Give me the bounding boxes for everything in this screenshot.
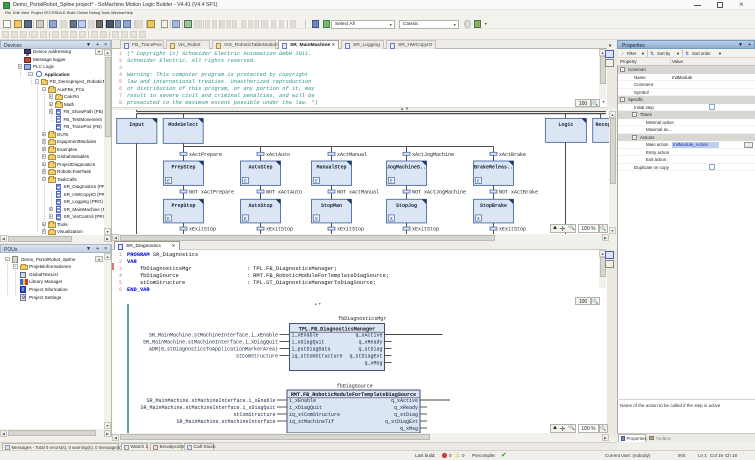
svg-text:xExitStop: xExitStop <box>266 227 293 233</box>
svg-text:PrepStop: PrepStop <box>171 203 195 209</box>
svg-text:BrakeReleas..: BrakeReleas.. <box>474 165 513 171</box>
svg-text:AutoStop: AutoStop <box>248 203 272 209</box>
svg-text:NOT xActAuto: NOT xActAuto <box>266 190 302 196</box>
svg-text:ModeSelect: ModeSelect <box>168 122 198 128</box>
svg-text:JogMachineS..: JogMachineS.. <box>387 165 426 171</box>
svg-text:i_xEnable: i_xEnable <box>292 333 319 339</box>
svg-text:q_stDiagExt: q_stDiagExt <box>349 354 382 360</box>
svg-text:xExitStop: xExitStop <box>412 227 439 233</box>
svg-text:stComStructure: stComStructure <box>236 354 278 360</box>
svg-text:i_xDiagQuit: i_xDiagQuit <box>292 340 325 346</box>
svg-text:q_xReady: q_xReady <box>394 405 418 411</box>
svg-text:q_xMsg: q_xMsg <box>364 361 382 367</box>
svg-text:q_xReady: q_xReady <box>358 340 382 346</box>
svg-text:RMT.FB_RoboticModuleForTemplat: RMT.FB_RoboticModuleForTemplateDiagSourc… <box>291 392 416 398</box>
svg-text:xActBrake: xActBrake <box>499 152 526 158</box>
svg-text:iq_stMachineTif: iq_stMachineTif <box>289 419 334 425</box>
svg-text:NOT xActManual: NOT xActManual <box>337 190 379 196</box>
svg-text:fbDiagSource: fbDiagSource <box>337 384 373 390</box>
svg-text:iq_stComStructure: iq_stComStructure <box>292 354 343 360</box>
svg-text:xActPrepare: xActPrepare <box>189 152 222 158</box>
svg-text:SR_MainMachine.stMachineInterf: SR_MainMachine.stMachineInterface.i_xEna… <box>146 398 275 404</box>
svg-text:StopBrake: StopBrake <box>480 203 507 209</box>
svg-text:ADR(G_stDiagnosticsToApplicati: ADR(G_stDiagnosticsToApplicationMarkerAr… <box>149 347 278 353</box>
svg-text:q_stDiag: q_stDiag <box>394 412 418 418</box>
svg-text:xActManual: xActManual <box>337 152 367 158</box>
svg-text:NOT xActJogMachine: NOT xActJogMachine <box>412 190 466 196</box>
svg-text:PrepStep: PrepStep <box>171 165 195 171</box>
svg-text:q_xActive: q_xActive <box>391 398 418 404</box>
svg-text:q_stDiagExt: q_stDiagExt <box>385 419 418 425</box>
svg-text:StopJog: StopJog <box>396 203 417 209</box>
svg-text:xExitStop: xExitStop <box>499 227 526 233</box>
svg-text:AutoStep: AutoStep <box>248 165 272 171</box>
svg-text:xActJogMachine: xActJogMachine <box>412 152 454 158</box>
svg-text:xExitStop: xExitStop <box>189 227 216 233</box>
svg-text:NOT xActPrepare: NOT xActPrepare <box>189 190 234 196</box>
svg-text:SR_MainMachine.stMachineInterf: SR_MainMachine.stMachineInterface <box>176 419 275 425</box>
svg-text:ManualStep: ManualStep <box>316 165 346 171</box>
svg-text:xExitStop: xExitStop <box>337 227 364 233</box>
svg-text:SR_MainMachine.stMachineInterf: SR_MainMachine.stMachineInterface.i_xDia… <box>140 405 275 411</box>
svg-text:Logic: Logic <box>558 122 573 128</box>
svg-text:i_xDiagQuit: i_xDiagQuit <box>289 405 322 411</box>
svg-text:Recep: Recep <box>596 122 610 128</box>
svg-text:StopMan: StopMan <box>321 203 342 209</box>
svg-text:SR_MainMachine.stMachineInterf: SR_MainMachine.stMachineInterface.i_xEna… <box>149 333 278 339</box>
svg-text:i_xEnable: i_xEnable <box>289 398 316 404</box>
svg-text:SR_MainMachine.stMachineInterf: SR_MainMachine.stMachineInterface.i_xDia… <box>143 340 278 346</box>
svg-text:q_xActive: q_xActive <box>355 333 382 339</box>
svg-text:q_xMsg: q_xMsg <box>400 426 418 432</box>
svg-text:fbDiagnosticsMgr: fbDiagnosticsMgr <box>338 316 386 322</box>
svg-text:i_pstDiagData: i_pstDiagData <box>292 347 331 353</box>
svg-text:Input: Input <box>129 122 144 128</box>
svg-text:xActAuto: xActAuto <box>266 152 290 158</box>
svg-text:iq_stComStructure: iq_stComStructure <box>289 412 340 418</box>
svg-text:NOT xActBrake: NOT xActBrake <box>499 190 538 196</box>
svg-text:q_stDiag: q_stDiag <box>358 347 382 353</box>
svg-text:stComStructure: stComStructure <box>233 412 275 418</box>
